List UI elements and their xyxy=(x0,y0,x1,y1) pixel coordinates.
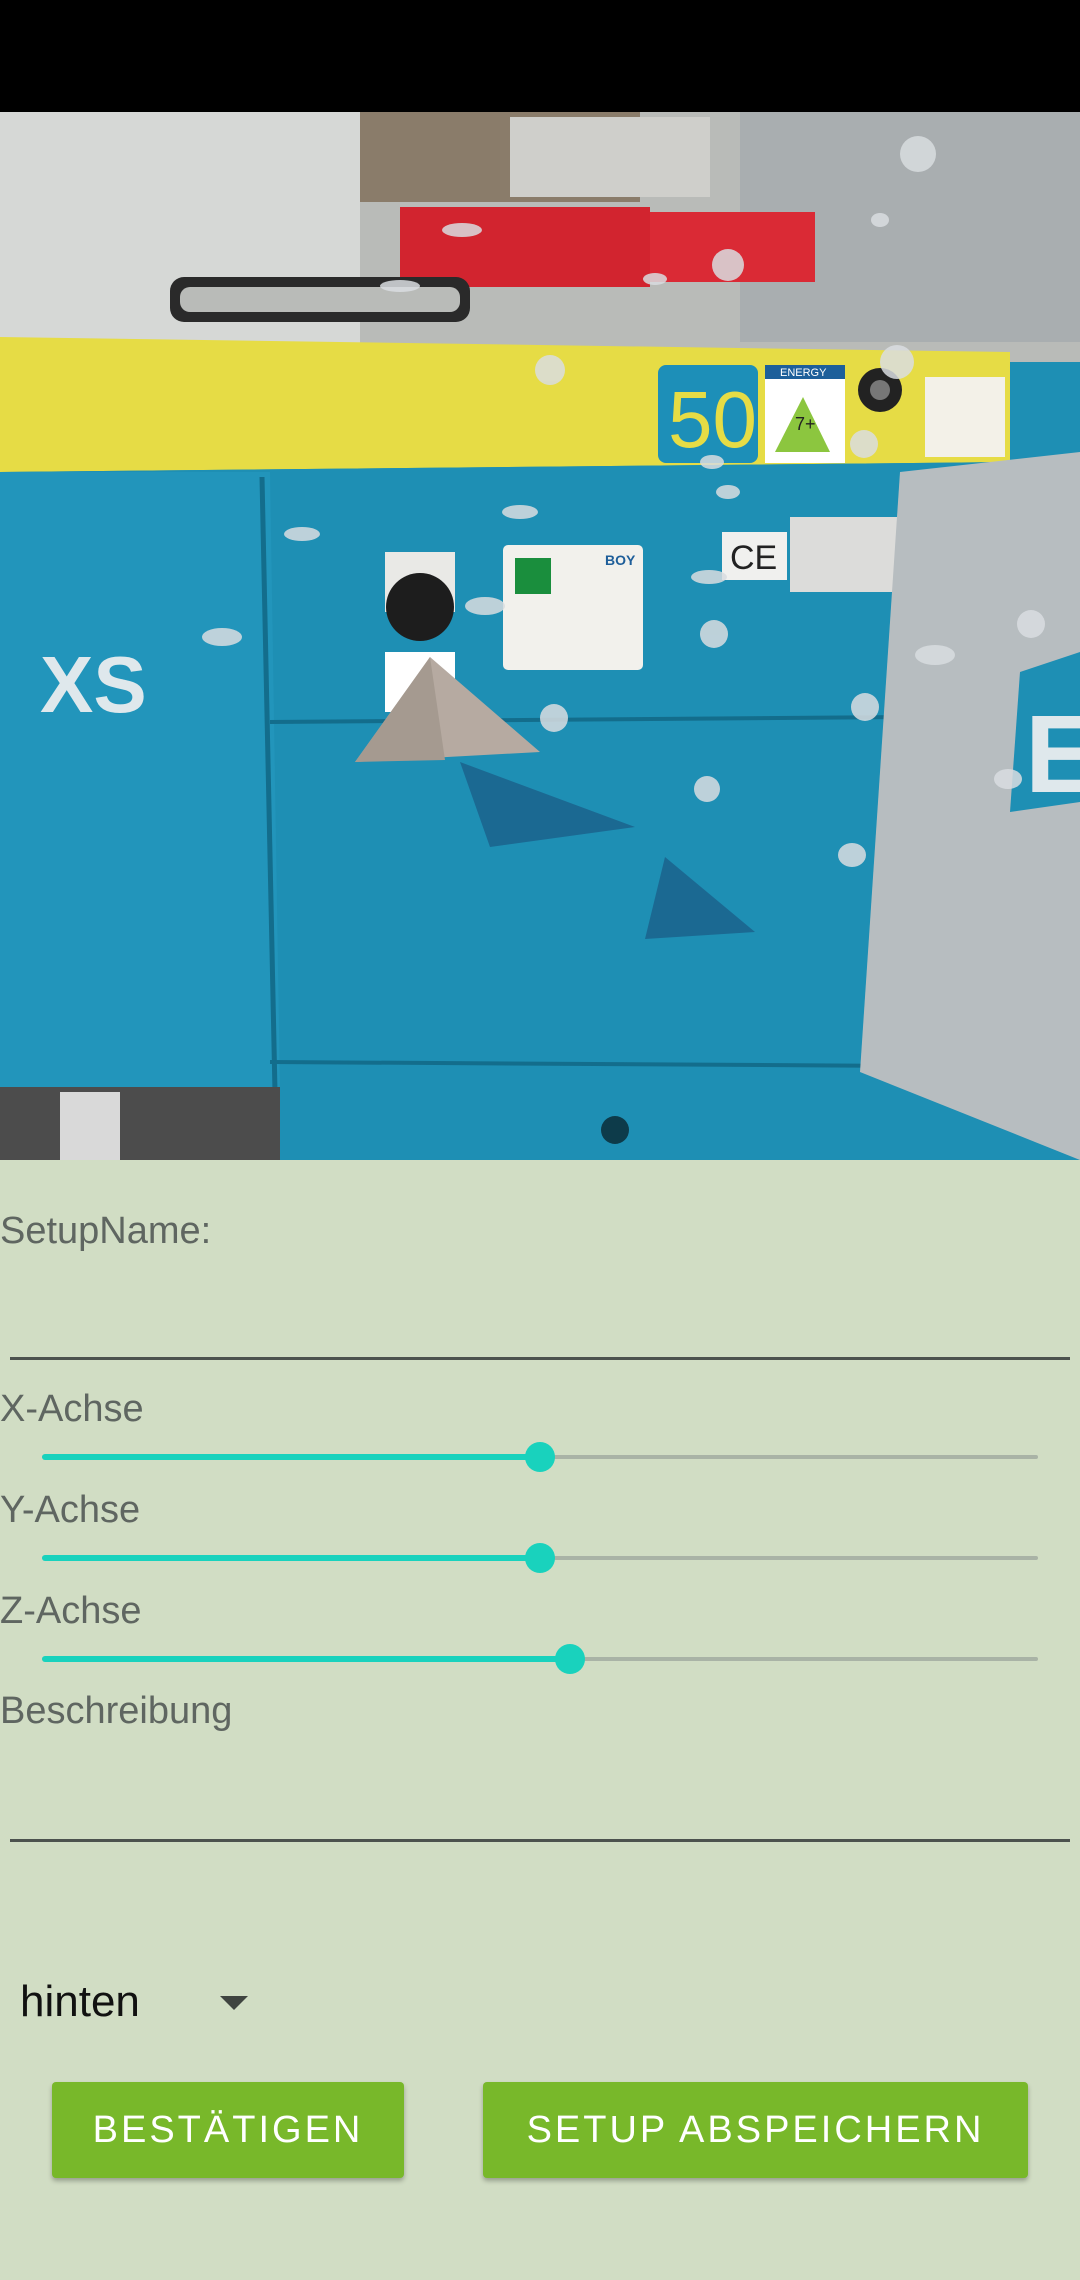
z-axis-slider[interactable] xyxy=(42,1639,1038,1679)
energy-rating: 7+ xyxy=(795,414,816,434)
setup-name-input[interactable] xyxy=(10,1270,1070,1360)
slider-thumb[interactable] xyxy=(525,1442,555,1472)
y-axis-slider[interactable] xyxy=(42,1538,1038,1578)
nameplate-brand: BOY xyxy=(605,552,636,568)
setup-name-label: SetupName: xyxy=(0,1210,212,1252)
z-axis-label: Z-Achse xyxy=(0,1590,142,1632)
slider-fill xyxy=(42,1454,540,1460)
x-axis-label: X-Achse xyxy=(0,1388,144,1430)
energy-label-title: ENERGY xyxy=(780,367,827,379)
slider-fill xyxy=(42,1656,570,1662)
slider-thumb[interactable] xyxy=(554,1644,585,1674)
x-axis-slider[interactable] xyxy=(42,1437,1038,1477)
y-axis-label: Y-Achse xyxy=(0,1489,141,1531)
setup-form: SetupName: X-Achse Y-Achse Z-Achse Besch… xyxy=(0,1160,1080,2280)
save-setup-button[interactable]: SETUP ABSPEICHERN xyxy=(483,2082,1028,2178)
anniversary-number: 50 xyxy=(668,375,757,464)
ar-camera-view[interactable]: 50 ENERGY 7+ XS BOY CE E xyxy=(0,112,1080,1160)
description-input[interactable] xyxy=(10,1752,1070,1842)
dropdown-arrow-icon xyxy=(220,1996,248,2010)
side-panel-letter: E xyxy=(1025,693,1080,816)
position-spinner[interactable]: hinten xyxy=(20,1970,260,2034)
confirm-button[interactable]: BESTÄTIGEN xyxy=(52,2082,404,2178)
slider-thumb[interactable] xyxy=(525,1543,555,1573)
description-label: Beschreibung xyxy=(0,1690,233,1732)
status-bar xyxy=(0,0,1080,112)
position-spinner-value: hinten xyxy=(20,1977,140,2026)
machine-model-text: XS xyxy=(40,640,147,729)
ce-mark: CE xyxy=(730,539,777,577)
slider-fill xyxy=(42,1555,540,1561)
